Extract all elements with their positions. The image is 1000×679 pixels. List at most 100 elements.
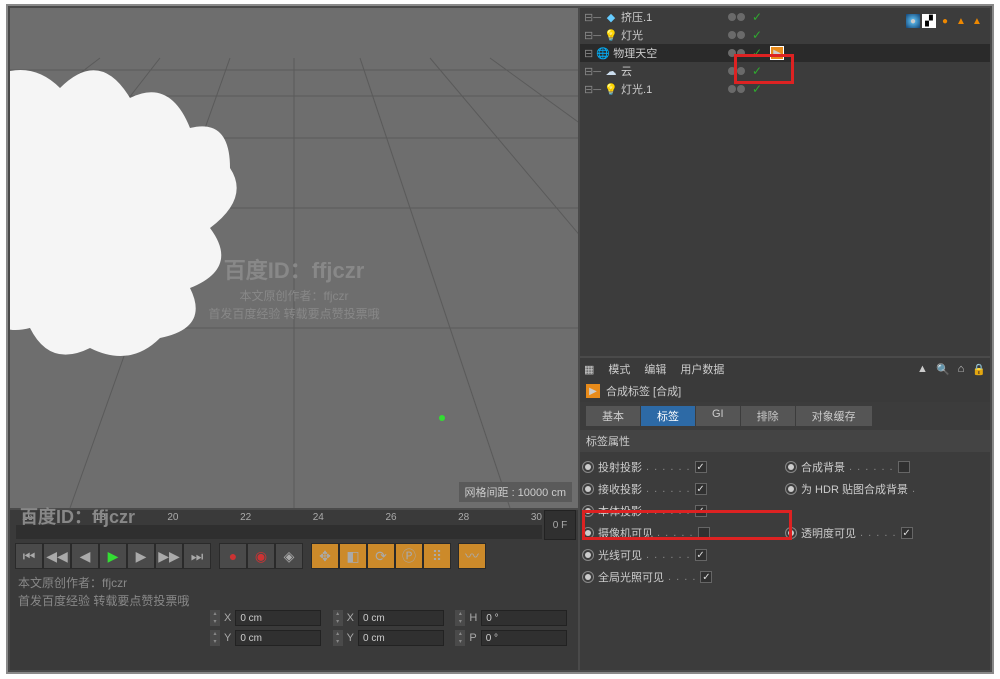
- spinner[interactable]: ▴▾: [210, 610, 220, 626]
- spinner[interactable]: ▴▾: [333, 610, 343, 626]
- tab-1[interactable]: 标签: [641, 406, 695, 426]
- visibility-dots[interactable]: [728, 85, 752, 93]
- move-tool[interactable]: ✥: [311, 543, 339, 569]
- checkbox[interactable]: [695, 505, 707, 517]
- object-row[interactable]: ⊟─☁云✓: [580, 62, 990, 80]
- frame-field[interactable]: 0 F: [544, 510, 576, 540]
- object-manager[interactable]: ● ▞ ● ▲ ▲ ⊟─◆挤压.1✓⊟─💡灯光✓⊟🌐物理天空✓▶⊟─☁云✓⊟─💡…: [580, 8, 990, 356]
- coordinates-manager[interactable]: 本文原创作者：ffjczr 首发百度经验 转载要点赞投票哦 ▴▾X▴▾X▴▾H▴…: [10, 572, 578, 670]
- fcurve-button[interactable]: 〰: [458, 543, 486, 569]
- spinner[interactable]: ▴▾: [333, 630, 343, 646]
- goto-end-button[interactable]: ⏭: [183, 543, 211, 569]
- visibility-dots[interactable]: [728, 13, 752, 21]
- compositing-tag-icon[interactable]: ▶: [770, 46, 784, 60]
- param-tool[interactable]: Ⓟ: [395, 543, 423, 569]
- dot-icon[interactable]: ●: [938, 14, 952, 28]
- checker-icon[interactable]: ▞: [922, 14, 936, 28]
- attr-title: ▶ 合成标签 [合成]: [580, 380, 990, 402]
- playback-toolbar[interactable]: ⏮ ◀◀ ◀ ▶ ▶ ▶▶ ⏭ ● ◉ ◈ ✥ ◧ ⟳ Ⓟ ⠿: [10, 541, 578, 571]
- axis-label: P: [469, 632, 476, 644]
- tick-label: 24: [313, 512, 324, 523]
- tab-3[interactable]: 排除: [741, 406, 795, 426]
- enable-check[interactable]: ✓: [752, 82, 762, 96]
- enable-check[interactable]: ✓: [752, 10, 762, 24]
- coord-input-H[interactable]: [481, 610, 567, 626]
- object-name: 挤压.1: [621, 9, 652, 25]
- enable-check[interactable]: ✓: [752, 28, 762, 42]
- visibility-dots[interactable]: [728, 49, 752, 57]
- prop-label: 摄像机可见: [598, 525, 653, 541]
- radio-icon[interactable]: [785, 527, 797, 539]
- visibility-dots[interactable]: [728, 67, 752, 75]
- object-row[interactable]: ⊟🌐物理天空✓▶: [580, 44, 990, 62]
- play-button[interactable]: ▶: [99, 543, 127, 569]
- radio-icon[interactable]: [582, 461, 594, 473]
- tab-4[interactable]: 对象缓存: [796, 406, 872, 426]
- pla-tool[interactable]: ⠿: [423, 543, 451, 569]
- prop-label: 投射投影: [598, 459, 642, 475]
- keyframe-sel-button[interactable]: ◈: [275, 543, 303, 569]
- attr-tabs[interactable]: 基本标签GI排除对象缓存: [580, 402, 990, 430]
- scale-tool[interactable]: ◧: [339, 543, 367, 569]
- checkbox[interactable]: [695, 461, 707, 473]
- checkbox[interactable]: [698, 527, 710, 539]
- attribute-manager[interactable]: ▦ 模式 编辑 用户数据 ▲ 🔍 ⌂ 🔒 ▶ 合成标签 [合成] 基本标签GI排…: [580, 358, 990, 670]
- radio-icon[interactable]: [582, 505, 594, 517]
- tab-0[interactable]: 基本: [586, 406, 640, 426]
- coord-input-Y[interactable]: [235, 630, 321, 646]
- triangle-icon[interactable]: ▲: [954, 14, 968, 28]
- coord-input-X[interactable]: [235, 610, 321, 626]
- next-key-button[interactable]: ▶▶: [155, 543, 183, 569]
- object-row[interactable]: ⊟─💡灯光.1✓: [580, 80, 990, 98]
- next-frame-button[interactable]: ▶: [127, 543, 155, 569]
- coord-input-X[interactable]: [358, 610, 444, 626]
- spinner[interactable]: ▴▾: [455, 610, 465, 626]
- timeline-ruler[interactable]: 1618202224262830: [10, 510, 578, 523]
- radio-icon[interactable]: [582, 549, 594, 561]
- nav-up-icon[interactable]: ▲: [917, 363, 928, 376]
- record-button[interactable]: ●: [219, 543, 247, 569]
- enable-check[interactable]: ✓: [752, 46, 762, 60]
- checkbox[interactable]: [695, 483, 707, 495]
- checkbox[interactable]: [898, 461, 910, 473]
- home-icon[interactable]: ⌂: [958, 363, 965, 376]
- radio-icon[interactable]: [582, 571, 594, 583]
- enable-check[interactable]: ✓: [752, 64, 762, 78]
- timeline[interactable]: 0 F 1618202224262830 ⏮ ◀◀ ◀ ▶ ▶ ▶▶ ⏭ ● ◉…: [10, 510, 578, 572]
- prev-frame-button[interactable]: ◀: [71, 543, 99, 569]
- search-icon[interactable]: 🔍: [936, 363, 950, 376]
- menu-mode[interactable]: 模式: [608, 361, 630, 377]
- checkbox[interactable]: [695, 549, 707, 561]
- spinner[interactable]: ▴▾: [210, 630, 220, 646]
- section-header: 标签属性: [580, 430, 990, 452]
- radio-icon[interactable]: [785, 461, 797, 473]
- menu-userdata[interactable]: 用户数据: [680, 361, 724, 377]
- spinner[interactable]: ▴▾: [455, 630, 465, 646]
- triangle-icon[interactable]: ▲: [970, 14, 984, 28]
- grid-icon[interactable]: ▦: [584, 363, 594, 376]
- sphere-icon[interactable]: ●: [906, 14, 920, 28]
- radio-icon[interactable]: [582, 527, 594, 539]
- extrude-icon: ◆: [604, 10, 618, 24]
- tick-label: 16: [22, 512, 33, 523]
- axis-label: X: [347, 612, 354, 624]
- radio-icon[interactable]: [785, 483, 797, 495]
- coord-input-Y[interactable]: [358, 630, 444, 646]
- checkbox[interactable]: [901, 527, 913, 539]
- autokey-button[interactable]: ◉: [247, 543, 275, 569]
- checkbox[interactable]: [700, 571, 712, 583]
- visibility-dots[interactable]: [728, 31, 752, 39]
- goto-start-button[interactable]: ⏮: [15, 543, 43, 569]
- object-name: 灯光.1: [621, 81, 652, 97]
- top-global-tags: ● ▞ ● ▲ ▲: [902, 14, 984, 28]
- prev-key-button[interactable]: ◀◀: [43, 543, 71, 569]
- menu-edit[interactable]: 编辑: [644, 361, 666, 377]
- coord-input-P[interactable]: [481, 630, 567, 646]
- radio-icon[interactable]: [582, 483, 594, 495]
- timeline-track[interactable]: [16, 525, 542, 539]
- tab-2[interactable]: GI: [696, 406, 740, 426]
- attr-menubar[interactable]: ▦ 模式 编辑 用户数据 ▲ 🔍 ⌂ 🔒: [580, 358, 990, 380]
- lock-icon[interactable]: 🔒: [972, 363, 986, 376]
- rotate-tool[interactable]: ⟳: [367, 543, 395, 569]
- viewport-3d[interactable]: 百度ID：ffjczr 本文原创作者：ffjczr 首发百度经验 转载要点赞投票…: [10, 8, 578, 508]
